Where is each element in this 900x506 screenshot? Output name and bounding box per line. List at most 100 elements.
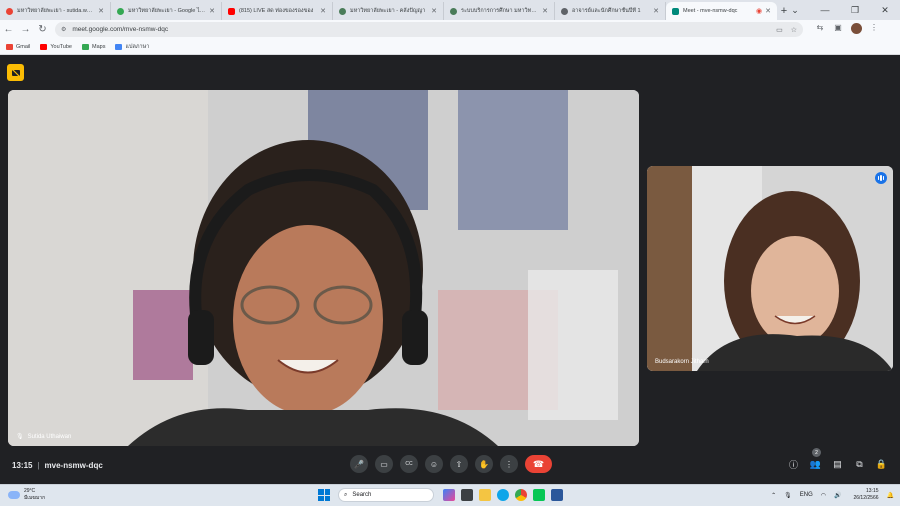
- sidebar-icon[interactable]: ▣: [829, 23, 847, 36]
- meeting-info: 13:15 | mve-nsmw-dqc: [12, 460, 103, 470]
- line-icon[interactable]: [533, 489, 545, 501]
- browser-tab[interactable]: มหาวิทยาลัยพะเยา - sutida.w@up.ac.th ✕: [0, 2, 111, 20]
- search-label: Search: [352, 492, 372, 498]
- url-field[interactable]: ⚙ meet.google.com/mve-nsmw-dqc ▭ ☆: [55, 22, 803, 37]
- star-icon[interactable]: ☆: [791, 26, 797, 34]
- chrome-icon[interactable]: [515, 489, 527, 501]
- hand-icon: ✋: [479, 459, 489, 469]
- back-icon[interactable]: ←: [0, 21, 17, 38]
- weather-widget[interactable]: 29°C มีเมฆมาก: [8, 488, 45, 502]
- close-icon[interactable]: ✕: [98, 7, 104, 15]
- close-icon[interactable]: ✕: [209, 7, 215, 15]
- notification-icon[interactable]: 🔔: [887, 492, 894, 499]
- site-info-icon[interactable]: ⚙: [61, 26, 66, 33]
- cast-icon[interactable]: ⇆: [811, 23, 829, 36]
- url-text: meet.google.com/mve-nsmw-dqc: [72, 26, 169, 33]
- browser-tab[interactable]: ระบบบริการการศึกษา มหาวิทยาลัย ✕: [444, 2, 555, 20]
- chat-button[interactable]: ▤: [831, 455, 844, 473]
- mic-off-icon: 🎙: [16, 434, 24, 440]
- cloud-icon: [8, 491, 20, 499]
- present-button[interactable]: ⇧: [450, 455, 468, 473]
- reload-icon[interactable]: ↻: [34, 21, 51, 38]
- youtube-icon: [40, 43, 48, 50]
- bookmark-youtube[interactable]: YouTube: [40, 43, 72, 50]
- bookmark-maps[interactable]: Maps: [82, 43, 105, 50]
- raise-hand-button[interactable]: ✋: [475, 455, 493, 473]
- caption-off-icon[interactable]: [7, 64, 24, 81]
- microphone-button[interactable]: 🎤: [350, 455, 368, 473]
- close-icon[interactable]: ✕: [431, 7, 437, 15]
- tab-title: อาจารย์และนักศึกษาชั้นปีที่ 1: [572, 8, 641, 14]
- copilot-icon[interactable]: [443, 489, 455, 501]
- site-icon: [450, 7, 457, 15]
- bookmark-translate[interactable]: แปลภาษา: [115, 43, 149, 51]
- browser-tab[interactable]: อาจารย์และนักศึกษาชั้นปีที่ 1 ✕: [555, 2, 666, 20]
- browser-tab-active[interactable]: Meet - mve-nsmw-dqc ◉ ✕: [666, 2, 777, 20]
- people-button[interactable]: 2 👥: [809, 448, 822, 473]
- meeting-code: mve-nsmw-dqc: [44, 460, 103, 470]
- microphone-icon: 🎤: [354, 459, 364, 469]
- forward-icon[interactable]: →: [17, 21, 34, 38]
- browser-tab[interactable]: มหาวิทยาลัยพะเยา - คลังปัญญา ✕: [333, 2, 444, 20]
- emoji-icon: ☺: [429, 459, 439, 469]
- tab-title: (815) LIVE สด ท่องของรองของ: [239, 8, 314, 14]
- minimize-icon[interactable]: —: [810, 0, 840, 20]
- volume-icon[interactable]: 🔊: [834, 492, 841, 499]
- word-icon[interactable]: [551, 489, 563, 501]
- tab-strip: มหาวิทยาลัยพะเยา - sutida.w@up.ac.th ✕ ม…: [0, 0, 900, 20]
- tab-title: มหาวิทยาลัยพะเยา - sutida.w@up.ac.th: [17, 8, 96, 14]
- info-icon: ⓘ: [788, 459, 798, 470]
- meeting-details-button[interactable]: ⓘ: [787, 455, 800, 473]
- microphone-tray-icon[interactable]: 🎙: [784, 492, 792, 499]
- maps-icon: [82, 43, 89, 50]
- present-icon: ⇧: [455, 459, 463, 469]
- address-bar: ← → ↻ ⚙ meet.google.com/mve-nsmw-dqc ▭ ☆…: [0, 20, 900, 39]
- video-feed: [8, 90, 639, 446]
- restore-icon[interactable]: ❐: [840, 0, 870, 20]
- participant-name: Budsarakorn Jitharn: [655, 359, 709, 365]
- meet-icon: [672, 7, 679, 15]
- window-controls: ⌄ — ❐ ✕: [780, 0, 900, 20]
- close-icon[interactable]: ✕: [653, 7, 659, 15]
- edge-icon[interactable]: [497, 489, 509, 501]
- clock-time: 13:15: [866, 488, 879, 494]
- tab-title: มหาวิทยาลัยพะเยา - คลังปัญญา: [350, 8, 426, 14]
- close-icon[interactable]: ✕: [542, 7, 548, 15]
- captions-icon: CC: [405, 461, 413, 467]
- browser-tab[interactable]: มหาวิทยาลัยพะเยา - Google ไดรฟ์ ✕: [111, 2, 222, 20]
- menu-icon[interactable]: ⋮: [865, 23, 883, 36]
- emoji-button[interactable]: ☺: [425, 455, 443, 473]
- task-view-icon[interactable]: [461, 489, 473, 501]
- call-controls-bar: 13:15 | mve-nsmw-dqc 🎤 ▭ CC ☺ ⇧ ✋ ⋮ ☎ ⓘ 2 👥…: [0, 448, 900, 478]
- start-icon[interactable]: [318, 489, 330, 501]
- leave-call-button[interactable]: ☎: [525, 455, 552, 473]
- captions-button[interactable]: CC: [400, 455, 418, 473]
- close-window-icon[interactable]: ✕: [870, 0, 900, 20]
- language-indicator[interactable]: ENG: [800, 492, 813, 498]
- browser-tab[interactable]: (815) LIVE สด ท่องของรองของ ✕: [222, 2, 333, 20]
- meet-stage: 🎙 Sutida Uthaiwan Budsarakorn Jitharn 13…: [0, 56, 900, 484]
- chevron-up-icon[interactable]: ⌃: [771, 492, 776, 499]
- taskbar-clock[interactable]: 13:15 26/12/2566: [853, 488, 878, 502]
- participant-name: 🎙 Sutida Uthaiwan: [16, 433, 72, 441]
- close-icon[interactable]: ✕: [765, 7, 771, 15]
- close-icon[interactable]: ✕: [320, 7, 326, 15]
- taskbar-search[interactable]: ⌕ Search: [338, 488, 434, 502]
- recording-icon: ◉: [756, 8, 763, 15]
- tab-search-icon[interactable]: ⌄: [780, 0, 810, 20]
- file-explorer-icon[interactable]: [479, 489, 491, 501]
- wifi-icon[interactable]: ◠: [821, 492, 826, 499]
- camera-button[interactable]: ▭: [375, 455, 393, 473]
- bookmark-gmail[interactable]: Gmail: [6, 43, 30, 50]
- camera-icon[interactable]: ▭: [776, 26, 783, 34]
- participant-tile-main[interactable]: 🎙 Sutida Uthaiwan: [8, 90, 639, 446]
- participant-tile-side[interactable]: Budsarakorn Jitharn: [647, 166, 893, 371]
- more-options-button[interactable]: ⋮: [500, 455, 518, 473]
- activities-icon: ⧉: [856, 458, 863, 469]
- translate-icon: [115, 43, 123, 50]
- profile-avatar[interactable]: [847, 23, 865, 36]
- activities-button[interactable]: ⧉: [853, 455, 866, 473]
- host-controls-button[interactable]: 🔒: [875, 455, 888, 473]
- tab-title: ระบบบริการการศึกษา มหาวิทยาลัย: [461, 8, 540, 14]
- people-count-badge: 2: [812, 448, 821, 457]
